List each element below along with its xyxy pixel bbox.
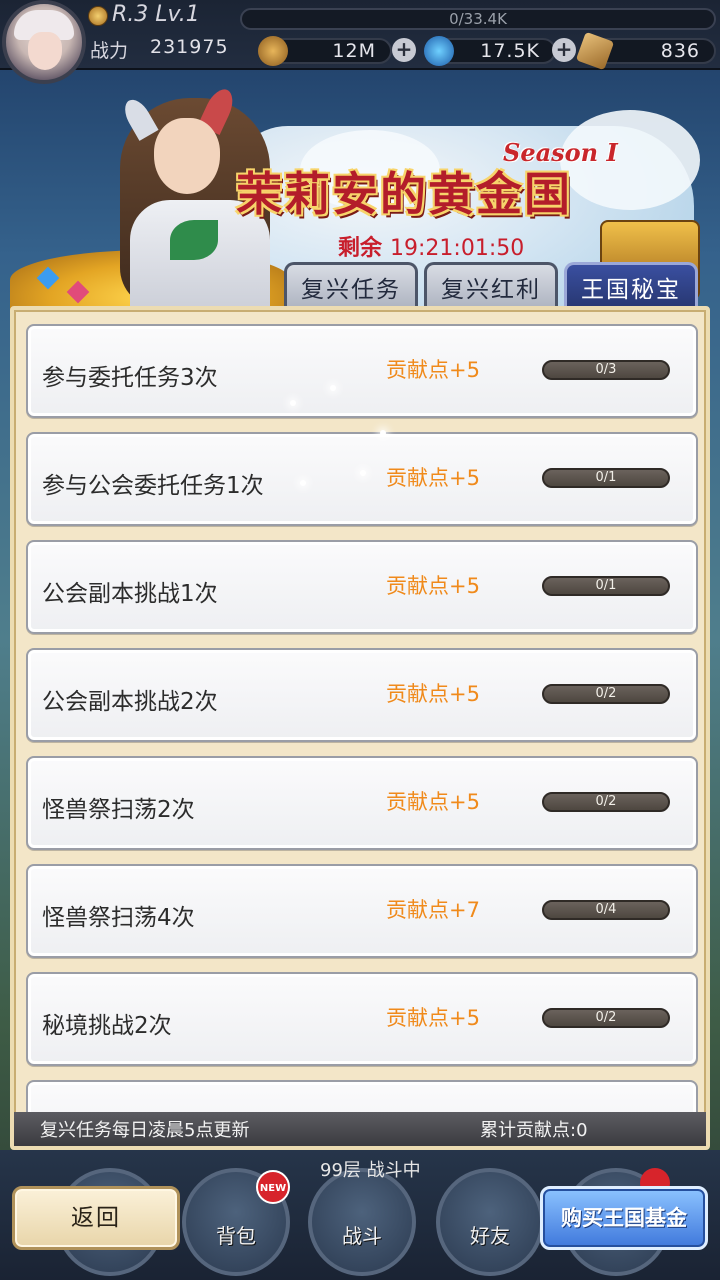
gold-counter: 12M [258,36,392,66]
exp-bar: 0/33.4K [240,8,716,30]
quest-progress-bar: 0/1 [542,468,670,488]
quest-progress-bar: 0/3 [542,360,670,380]
character-face [154,118,220,194]
quest-reward: 贡献点+5 [386,682,480,706]
top-status-bar: R.3 Lv.1 0/33.4K 战力 231975 12M + 17.5K +… [0,0,720,71]
remaining-time: 剩余 19:21:01:50 [338,230,524,262]
quest-row: 参与委托任务3次 贡献点+5 0/3 [26,324,698,418]
quest-reward: 贡献点+5 [386,466,480,490]
quest-reward: 贡献点+5 [386,358,480,382]
player-avatar[interactable] [2,0,86,84]
sparkle-effect [300,480,306,486]
quest-row: 公会副本挑战1次 贡献点+5 0/1 [26,540,698,634]
sparkle-effect [290,400,296,406]
tab-revival-quests[interactable]: 复兴任务 [284,262,418,312]
quest-row: 秘境挑战2次 贡献点+5 0/2 [26,972,698,1066]
quest-progress-bar: 0/2 [542,1008,670,1028]
panel-footer: 复兴任务每日凌晨5点更新 累计贡献点:0 [14,1112,706,1146]
nav-bag-label: 背包 [216,1224,256,1248]
quest-name: 参与委托任务3次 [42,365,218,391]
quest-reward: 贡献点+5 [386,1006,480,1030]
sparkle-effect [360,470,366,476]
nav-friends-label: 好友 [470,1224,510,1248]
back-button[interactable]: 返回 [12,1186,180,1250]
quest-name: 怪兽祭扫荡2次 [42,797,195,823]
quest-row: 公会副本挑战2次 贡献点+5 0/2 [26,648,698,742]
quest-progress-text: 0/1 [595,470,617,485]
quest-name: 参与公会委托任务1次 [42,473,264,499]
quest-name: 公会副本挑战2次 [42,689,218,715]
quest-progress-text: 0/2 [595,1010,617,1025]
quest-progress-text: 0/4 [595,902,617,917]
quest-name: 怪兽祭扫荡4次 [42,905,195,931]
character-leaf [170,220,218,260]
add-gem-button[interactable]: + [552,38,576,62]
quest-row: 怪兽祭扫荡2次 贡献点+5 0/2 [26,756,698,850]
power-label: 战力 [90,40,129,62]
gold-coin-icon [258,36,288,66]
ticket-icon [575,31,615,71]
quest-progress-text: 0/1 [595,578,617,593]
refresh-note: 复兴任务每日凌晨5点更新 [40,1120,250,1141]
gem-icon [424,36,454,66]
gold-value: 12M [332,40,376,62]
quest-row: 怪兽祭扫荡4次 贡献点+7 0/4 [26,864,698,958]
ticket-value: 836 [660,40,700,62]
quest-progress-bar: 0/2 [542,792,670,812]
rank-level: R.3 Lv.1 [112,2,200,27]
add-gold-button[interactable]: + [392,38,416,62]
quest-name: 公会副本挑战1次 [42,581,218,607]
quest-reward: 贡献点+5 [386,790,480,814]
remaining-label: 剩余 [338,236,383,261]
quest-progress-bar: 0/1 [542,576,670,596]
tab-revival-bonus[interactable]: 复兴红利 [424,262,558,312]
sparkle-effect [380,430,386,436]
quest-progress-bar: 0/2 [542,684,670,704]
nav-battle-label: 战斗 [342,1224,382,1248]
quest-reward: 贡献点+7 [386,898,480,922]
exp-text: 0/33.4K [449,10,507,28]
quest-panel[interactable]: 参与委托任务3次 贡献点+5 0/3 参与公会委托任务1次 贡献点+5 0/1 … [10,306,710,1150]
total-points: 累计贡献点:0 [480,1120,588,1141]
quest-name: 秘境挑战2次 [42,1013,172,1039]
rank-icon [88,6,108,26]
tab-kingdom-treasure[interactable]: 王国秘宝 [564,262,698,312]
buy-fund-button[interactable]: 购买王国基金 [540,1186,708,1250]
sparkle-effect [330,385,336,391]
quest-progress-bar: 0/4 [542,900,670,920]
power-value: 231975 [150,36,229,58]
quest-progress-text: 0/3 [595,362,617,377]
battle-status: 99层 战斗中 [320,1160,421,1181]
event-title: 茉莉安的黄金国 [236,167,572,221]
quest-progress-text: 0/2 [595,794,617,809]
avatar-face [28,32,62,70]
quest-progress-text: 0/2 [595,686,617,701]
new-badge: NEW [256,1170,290,1204]
gem-value: 17.5K [480,40,540,62]
quest-reward: 贡献点+5 [386,574,480,598]
remaining-countdown: 19:21:01:50 [390,236,525,261]
gem-counter: 17.5K [424,36,556,66]
quest-row: 参与公会委托任务1次 贡献点+5 0/1 [26,432,698,526]
ticket-counter: 836 [575,31,716,71]
